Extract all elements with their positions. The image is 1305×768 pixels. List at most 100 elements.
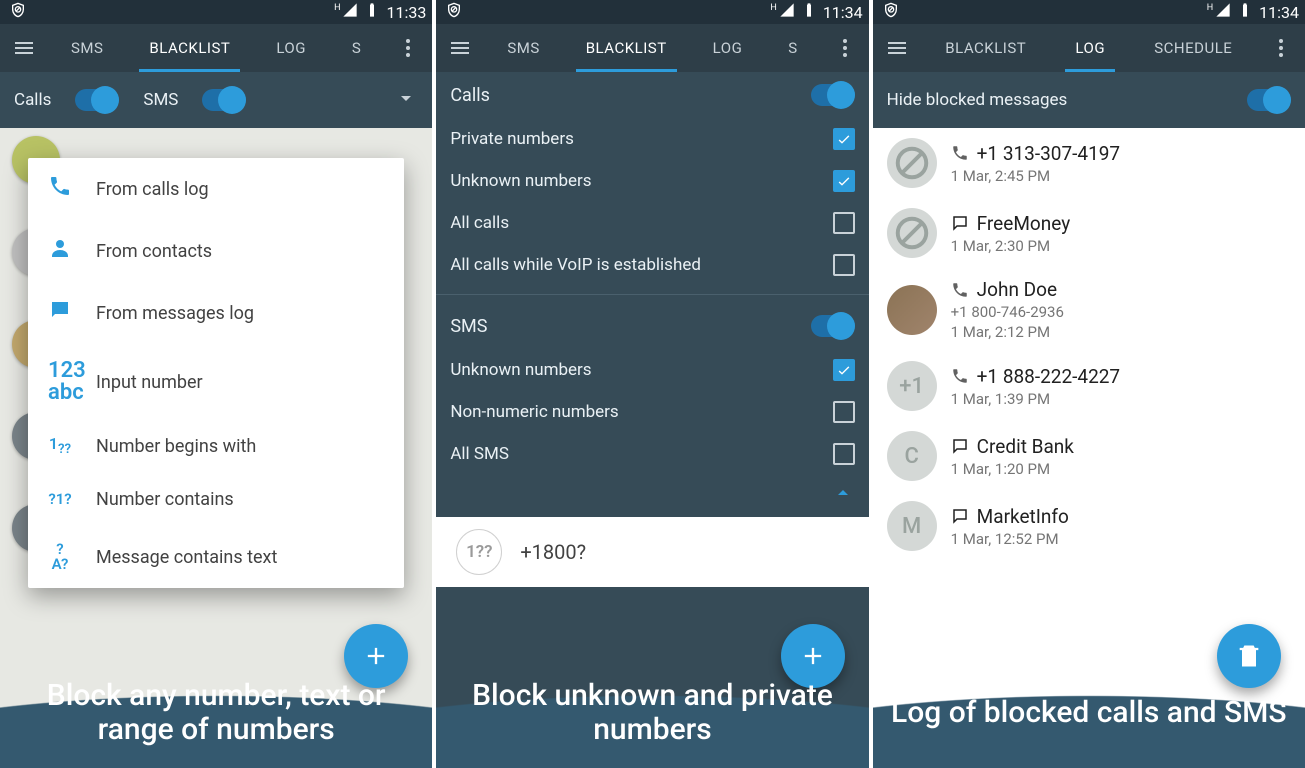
log-time: 1 Mar, 2:12 PM: [951, 323, 1291, 341]
toolbar: SMS BLACKLIST LOG S: [436, 24, 868, 72]
popup-input-number[interactable]: 123abc Input number: [28, 344, 404, 420]
log-item[interactable]: C Credit Bank 1 Mar, 1:20 PM: [873, 421, 1305, 491]
avatar: [887, 285, 937, 335]
tabs: SMS BLACKLIST LOG S: [484, 24, 820, 72]
popup-from-calls-log[interactable]: From calls log: [28, 158, 404, 220]
block-icon: [887, 138, 937, 188]
screen-3: H 11:34 BLACKLIST LOG SCHEDULE Hide bloc…: [869, 0, 1305, 768]
sms-switch[interactable]: [811, 315, 855, 337]
opt-sms-all[interactable]: All SMS: [436, 433, 868, 475]
collapse-row[interactable]: [436, 475, 868, 517]
popup-message-contains-text[interactable]: ?A? Message contains text: [28, 526, 404, 588]
log-item[interactable]: FreeMoney 1 Mar, 2:30 PM: [873, 198, 1305, 268]
signal-icon: [1215, 2, 1231, 22]
tab-log[interactable]: LOG: [703, 24, 753, 72]
signal-h-icon: H: [1207, 3, 1213, 13]
popup-number-contains[interactable]: ?1? Number contains: [28, 473, 404, 526]
log-item[interactable]: +1 +1 888-222-4227 1 Mar, 1:39 PM: [873, 351, 1305, 421]
log-item[interactable]: M MarketInfo 1 Mar, 12:52 PM: [873, 491, 1305, 561]
checkbox[interactable]: [833, 443, 855, 465]
popup-label: From messages log: [96, 303, 254, 324]
menu-button[interactable]: [436, 36, 484, 60]
tab-log[interactable]: LOG: [266, 24, 316, 72]
avatar: C: [887, 431, 937, 481]
hide-blocked-label: Hide blocked messages: [887, 90, 1068, 110]
status-time: 11:33: [386, 3, 426, 22]
rule-icon: 1??: [456, 529, 502, 575]
tab-schedule[interactable]: S: [342, 24, 371, 72]
hide-blocked-switch[interactable]: [1247, 89, 1291, 111]
phone-icon: [951, 367, 969, 385]
message-icon: [951, 507, 969, 525]
more-button[interactable]: [384, 36, 432, 60]
popup-number-begins-with[interactable]: 1?? Number begins with: [28, 420, 404, 473]
tab-blacklist[interactable]: BLACKLIST: [139, 24, 240, 72]
blacklist-rule[interactable]: 1?? +1800?: [436, 517, 868, 587]
tab-sms[interactable]: SMS: [497, 24, 549, 72]
message-icon: [951, 437, 969, 455]
filter-calls-label: Calls: [14, 90, 51, 110]
screen-2: H 11:34 SMS BLACKLIST LOG S Calls Privat…: [432, 0, 868, 768]
expand-icon[interactable]: [394, 86, 418, 115]
app-shield-icon: [446, 2, 462, 22]
log-item[interactable]: +1 313-307-4197 1 Mar, 2:45 PM: [873, 128, 1305, 198]
checkbox[interactable]: [833, 170, 855, 192]
filter-sms-switch[interactable]: [202, 89, 246, 111]
message-icon: [951, 214, 969, 232]
more-button[interactable]: [821, 36, 869, 60]
popup-from-contacts[interactable]: From contacts: [28, 220, 404, 282]
popup-label: Number begins with: [96, 436, 256, 457]
caption: Log of blocked calls and SMS: [873, 658, 1305, 768]
log-number: +1 800-746-2936: [951, 303, 1291, 321]
opt-sms-nonnumeric[interactable]: Non-numeric numbers: [436, 391, 868, 433]
more-button[interactable]: [1257, 36, 1305, 60]
caption: Block unknown and private numbers: [436, 658, 868, 768]
checkbox[interactable]: [833, 359, 855, 381]
log-title: +1 888-222-4227: [977, 365, 1120, 388]
popup-label: Message contains text: [96, 547, 277, 568]
checkbox[interactable]: [833, 401, 855, 423]
filter-bar: Calls SMS: [0, 72, 432, 128]
opt-private-numbers[interactable]: Private numbers: [436, 118, 868, 160]
opt-sms-unknown[interactable]: Unknown numbers: [436, 349, 868, 391]
log-time: 1 Mar, 1:39 PM: [951, 390, 1291, 408]
opt-all-calls[interactable]: All calls: [436, 202, 868, 244]
opt-all-calls-voip[interactable]: All calls while VoIP is established: [436, 244, 868, 286]
checkbox[interactable]: [833, 128, 855, 150]
checkbox[interactable]: [833, 212, 855, 234]
log-time: 1 Mar, 1:20 PM: [951, 460, 1291, 478]
popup-from-messages-log[interactable]: From messages log: [28, 282, 404, 344]
signal-h-icon: H: [334, 3, 340, 13]
add-number-popup: From calls log From contacts From messag…: [28, 158, 404, 588]
screen-1: H 11:33 SMS BLACKLIST LOG S Calls SMS: [0, 0, 432, 768]
menu-button[interactable]: [873, 36, 921, 60]
sms-title: SMS: [450, 316, 487, 337]
calls-title: Calls: [450, 85, 490, 106]
log-title: Credit Bank: [977, 435, 1074, 458]
tab-blacklist[interactable]: BLACKLIST: [576, 24, 677, 72]
log-item[interactable]: John Doe +1 800-746-2936 1 Mar, 2:12 PM: [873, 268, 1305, 351]
tab-schedule[interactable]: S: [778, 24, 807, 72]
log-title: +1 313-307-4197: [977, 142, 1120, 165]
avatar: M: [887, 501, 937, 551]
app-shield-icon: [883, 2, 899, 22]
tab-log[interactable]: LOG: [1065, 24, 1115, 72]
menu-button[interactable]: [0, 36, 48, 60]
calls-switch[interactable]: [811, 84, 855, 106]
log-time: 1 Mar, 2:30 PM: [951, 237, 1291, 255]
tab-schedule[interactable]: SCHEDULE: [1144, 24, 1242, 72]
divider: [436, 294, 868, 295]
tab-sms[interactable]: SMS: [61, 24, 113, 72]
signal-h-icon: H: [770, 3, 776, 13]
filter-calls-switch[interactable]: [75, 89, 119, 111]
option-label: Unknown numbers: [450, 171, 591, 191]
option-label: Non-numeric numbers: [450, 402, 618, 422]
tab-blacklist[interactable]: BLACKLIST: [935, 24, 1036, 72]
opt-unknown-numbers[interactable]: Unknown numbers: [436, 160, 868, 202]
log-title: John Doe: [977, 278, 1057, 301]
checkbox[interactable]: [833, 254, 855, 276]
popup-label: Number contains: [96, 489, 234, 510]
phone-icon: [951, 144, 969, 162]
signal-icon: [342, 2, 358, 22]
option-label: All calls while VoIP is established: [450, 255, 701, 275]
